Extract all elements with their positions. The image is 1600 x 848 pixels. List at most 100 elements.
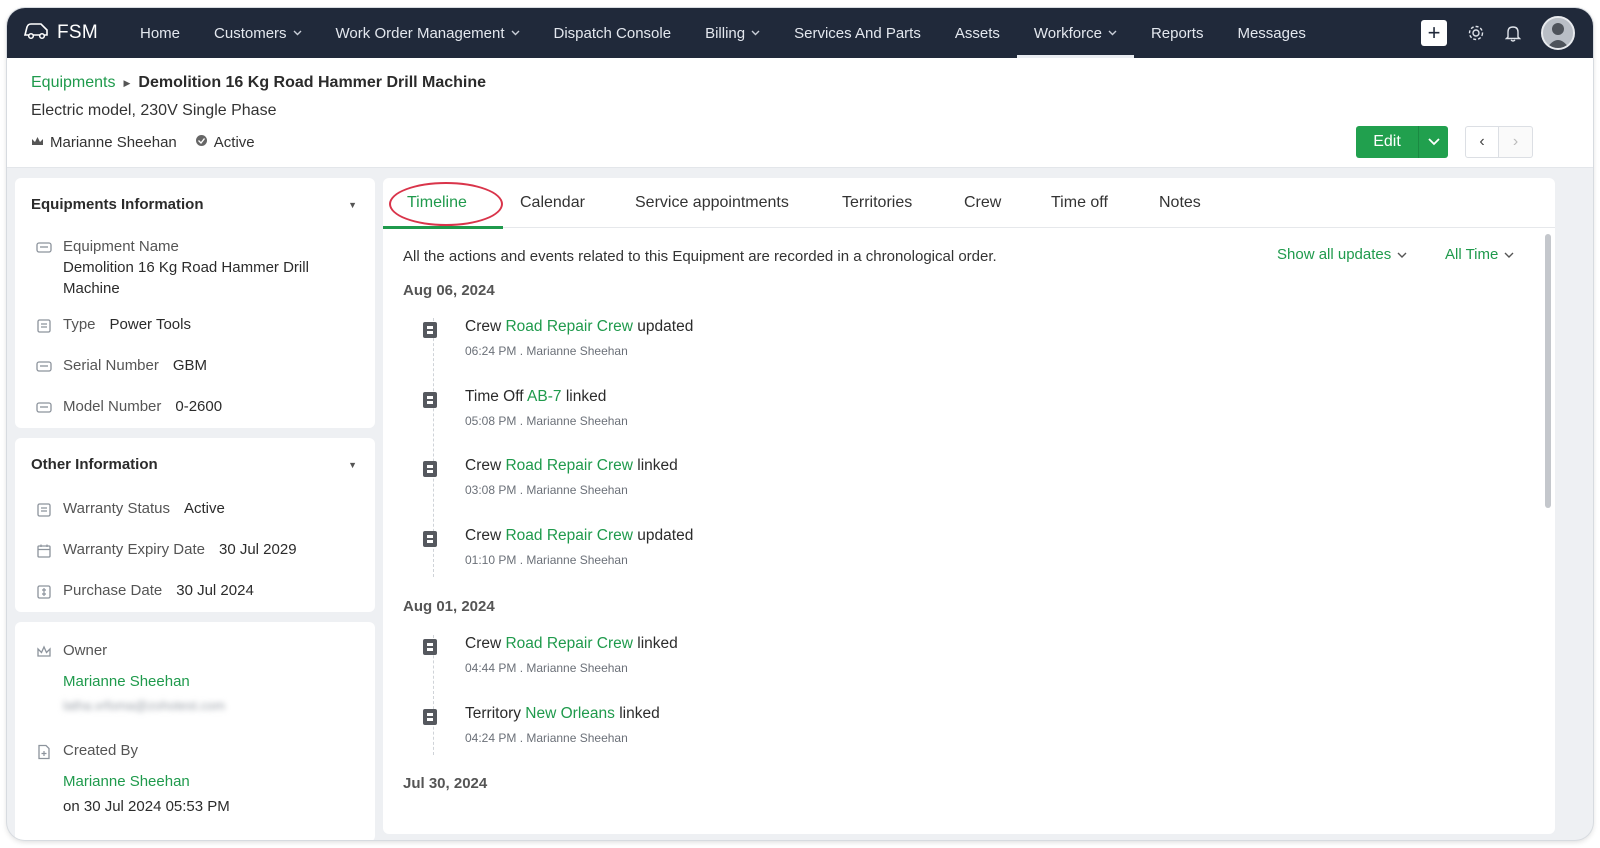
- owner-email: latha.vrfoma@zohotest.com: [63, 698, 226, 713]
- avatar[interactable]: [1541, 16, 1575, 50]
- nav-item-work-order-management[interactable]: Work Order Management: [319, 8, 537, 58]
- nav-item-label: Work Order Management: [335, 24, 505, 42]
- event-link[interactable]: Road Repair Crew: [505, 457, 633, 474]
- edit-button[interactable]: Edit: [1356, 126, 1418, 158]
- record-pager: ‹ ›: [1465, 126, 1533, 158]
- all-time-dropdown[interactable]: All Time: [1445, 246, 1514, 263]
- nav-item-messages[interactable]: Messages: [1220, 8, 1322, 58]
- event-meta: 06:24 PM . Marianne Sheehan: [465, 344, 628, 358]
- event-meta: 05:08 PM . Marianne Sheehan: [465, 413, 628, 428]
- show-all-updates-dropdown[interactable]: Show all updates: [1277, 246, 1407, 263]
- nav-menu: Home Customers Work Order Management Dispat…: [123, 8, 1323, 58]
- app-window: FSM Home Customers Work Order Management Di…: [7, 8, 1593, 840]
- event-meta: 03:08 PM . Marianne Sheehan: [465, 483, 628, 497]
- owner-field: Owner Marianne Sheehan latha.vrfoma@zoho…: [35, 642, 225, 713]
- bell-icon[interactable]: [1505, 24, 1521, 42]
- tab-territories[interactable]: Territories: [842, 178, 912, 228]
- all-time-label: All Time: [1445, 246, 1499, 263]
- nav-item-label: Workforce: [1033, 24, 1102, 42]
- event-action: linked: [637, 457, 678, 474]
- nav-item-label: Dispatch Console: [553, 24, 672, 42]
- nav-item-workforce[interactable]: Workforce: [1016, 8, 1135, 58]
- timeline-highlight-ring: [389, 182, 503, 226]
- event-type: Crew: [465, 635, 502, 652]
- chevron-down-icon: [1504, 246, 1514, 263]
- nav-item-billing[interactable]: Billing: [688, 8, 777, 58]
- nav-item-home[interactable]: Home: [123, 8, 197, 58]
- event-link[interactable]: Road Repair Crew: [505, 318, 633, 335]
- equipment-name-value-line2: Machine: [63, 280, 120, 297]
- nav-item-label: Assets: [954, 24, 1000, 42]
- equipment-name-field: Equipment Name Demolition 16 Kg Road Ham…: [35, 238, 309, 297]
- event-link[interactable]: Road Repair Crew: [505, 527, 633, 544]
- nav-item-dispatch-console[interactable]: Dispatch Console: [537, 8, 689, 58]
- purchase-date-label: Purchase Date: [63, 582, 163, 599]
- gear-icon[interactable]: [1467, 24, 1485, 42]
- active-tab-underline: [383, 226, 503, 229]
- timeline-scrollbar[interactable]: [1545, 234, 1551, 508]
- nav-item-reports[interactable]: Reports: [1134, 8, 1221, 58]
- plus-icon[interactable]: +: [1421, 20, 1447, 46]
- collapse-caret-icon[interactable]: ▼: [348, 460, 357, 470]
- purchase-date-field: Purchase Date 30 Jul 2024: [35, 582, 254, 601]
- tab-calendar[interactable]: Calendar: [520, 178, 585, 228]
- equipments-information-card: Equipments Information ▼ Equipment Name …: [15, 178, 375, 428]
- event-link[interactable]: New Orleans: [525, 705, 615, 722]
- collapse-caret-icon[interactable]: ▼: [348, 200, 357, 210]
- edit-dropdown-chevron-down-icon[interactable]: [1418, 126, 1448, 158]
- created-by-name-link[interactable]: Marianne Sheehan: [63, 773, 230, 790]
- tab-service-appointments[interactable]: Service appointments: [635, 178, 789, 228]
- warranty-status-field: Warranty Status Active: [35, 500, 225, 519]
- nav-item-label: Customers: [214, 24, 287, 42]
- timeline-date-heading: Aug 06, 2024: [403, 282, 495, 299]
- nav-item-assets[interactable]: Assets: [938, 8, 1017, 58]
- tag-icon: [35, 399, 53, 417]
- record-header: Equipments ▶ Demolition 16 Kg Road Hamme…: [7, 58, 1593, 168]
- tag-icon: [35, 239, 53, 257]
- event-link[interactable]: Road Repair Crew: [505, 635, 633, 652]
- status-badge: Active: [195, 134, 255, 151]
- event-type: Time Off: [465, 387, 524, 405]
- serial-number-label: Serial Number: [63, 357, 159, 374]
- model-number-value: 0-2600: [175, 398, 223, 415]
- other-information-card: Other Information ▼ Warranty Status Acti…: [15, 438, 375, 612]
- type-field: Type Power Tools: [35, 316, 191, 335]
- event-link[interactable]: AB-7: [527, 388, 561, 405]
- purchase-date-value: 30 Jul 2024: [176, 582, 254, 599]
- nav-item-label: Services And Parts: [794, 24, 921, 42]
- equipment-name-value-line1: Demolition 16 Kg Road Hammer Drill: [63, 259, 309, 276]
- chevron-down-icon: [751, 28, 760, 39]
- crown-outline-icon: [35, 643, 53, 661]
- other-information-title: Other Information: [31, 456, 158, 473]
- tab-crew[interactable]: Crew: [964, 178, 1001, 228]
- page-title: Demolition 16 Kg Road Hammer Drill Machi…: [138, 74, 487, 91]
- event-action: updated: [637, 526, 694, 544]
- equipments-information-title: Equipments Information: [31, 196, 204, 213]
- tab-time-off[interactable]: Time off: [1051, 178, 1108, 228]
- next-record-chevron-right-icon[interactable]: ›: [1499, 126, 1533, 158]
- created-by-label: Created By: [63, 742, 139, 759]
- tab-notes[interactable]: Notes: [1159, 178, 1201, 228]
- model-number-label: Model Number: [63, 398, 162, 415]
- owner-meta: Marianne Sheehan: [31, 134, 177, 151]
- breadcrumb-separator-icon: ▶: [123, 77, 131, 88]
- record-icon: [423, 708, 437, 725]
- warranty-expiry-label: Warranty Expiry Date: [63, 541, 205, 558]
- equipment-name-label: Equipment Name: [63, 238, 179, 255]
- list-icon: [35, 317, 53, 335]
- document-add-icon: [35, 743, 53, 761]
- timeline-date-heading: Aug 01, 2024: [403, 598, 495, 615]
- event-meta: 01:10 PM . Marianne Sheehan: [465, 552, 628, 567]
- show-all-updates-label: Show all updates: [1277, 246, 1392, 263]
- ownership-card: Owner Marianne Sheehan latha.vrfoma@zoho…: [15, 622, 375, 840]
- event-action: linked: [619, 704, 660, 722]
- brand[interactable]: FSM: [23, 21, 123, 46]
- breadcrumb: Equipments ▶ Demolition 16 Kg Road Hamme…: [31, 74, 486, 92]
- previous-record-chevron-left-icon[interactable]: ‹: [1465, 126, 1499, 158]
- nav-item-label: Billing: [705, 24, 746, 42]
- owner-name-link[interactable]: Marianne Sheehan: [63, 673, 225, 690]
- nav-item-customers[interactable]: Customers: [197, 8, 319, 58]
- created-on-text: on 30 Jul 2024 05:53 PM: [63, 798, 230, 815]
- nav-item-services-and-parts[interactable]: Services And Parts: [777, 8, 938, 58]
- breadcrumb-equipments-link[interactable]: Equipments: [31, 74, 116, 92]
